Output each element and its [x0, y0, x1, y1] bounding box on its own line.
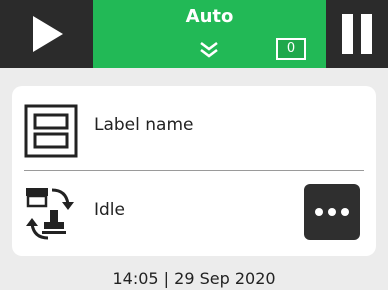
pause-icon [342, 14, 372, 54]
divider [24, 170, 364, 171]
job-counter-badge: 0 [276, 38, 306, 60]
more-options-button[interactable] [304, 184, 360, 240]
label-layout-icon [24, 104, 78, 158]
pause-button[interactable] [326, 0, 388, 68]
status-footer: 14:05 | 29 Sep 2020 [0, 268, 388, 290]
more-dots-icon [315, 208, 323, 216]
clock-time: 14:05 [112, 269, 159, 288]
more-dots-icon [328, 208, 336, 216]
top-toolbar: Auto 0 [0, 0, 388, 68]
status-text: Idle [94, 200, 125, 220]
play-icon [32, 16, 63, 52]
more-dots-icon [341, 208, 349, 216]
label-name[interactable]: Label name [94, 115, 193, 135]
job-card: Label name Idle [12, 86, 376, 256]
footer-separator: | [163, 269, 170, 288]
clock-date: 29 Sep 2020 [174, 269, 276, 288]
chevron-double-down-icon[interactable] [193, 38, 225, 60]
mode-label: Auto [185, 6, 234, 27]
mode-selector[interactable]: Auto 0 [93, 0, 326, 68]
play-button[interactable] [0, 0, 93, 68]
printer-idle-icon [26, 188, 74, 240]
